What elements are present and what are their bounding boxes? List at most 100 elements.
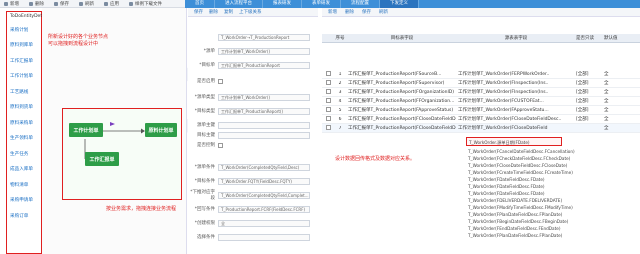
list-item[interactable]: T_WorkOrder(FCancelDateFieldDesc.FCancel…: [468, 149, 575, 154]
form-field[interactable]: T_WorkOrder.FQTY(FieldDesc.FQTY): [218, 177, 310, 185]
form-row: 是否启用: [188, 76, 316, 86]
business-node-list: ToDoEntityDetail 采购计划 原料到库单 工作汇报单 工作计划单 …: [6, 11, 47, 254]
sidebar-item[interactable]: 物料清单: [7, 177, 41, 193]
form-row: *源单 工作计划单T_WorkOrder(): [188, 46, 316, 56]
table-row[interactable]: 5 工作汇报单T_ProductionReport(FApproveStatus)…: [322, 106, 640, 115]
tab-flow-platform[interactable]: 进入流程平台: [215, 0, 263, 8]
sidebar-item[interactable]: 原料到库单: [7, 38, 41, 54]
form-toolbar: 保存 删除 复制 上下级关系: [188, 8, 318, 17]
control-checkbox[interactable]: [218, 142, 223, 148]
form-row: 选择条件: [188, 232, 316, 242]
node-work-plan[interactable]: 工作计划单: [69, 123, 103, 137]
table-row[interactable]: 1 工作汇报单T_ProductionReport(FSourceB... 工作计划…: [322, 70, 640, 79]
row-checkbox[interactable]: [325, 115, 331, 121]
list-item[interactable]: T_WorkOrder(FDateFieldDesc.FDate): [468, 191, 545, 196]
sidebar-item[interactable]: 原料采购单: [7, 115, 41, 131]
sidebar-item[interactable]: 采购申请单: [7, 193, 41, 209]
tab-form-dev[interactable]: 表单研发: [302, 0, 341, 8]
sidebar-item[interactable]: 生产领料单: [7, 131, 41, 147]
list-item[interactable]: T_WorkOrder(FDateFieldDesc.FDate): [468, 177, 545, 182]
list-item[interactable]: T_WorkOrder(FDELIVERDATE.FDELIVERDATE): [468, 198, 562, 203]
form-row: *目标单 工作汇报单T_ProductionReport: [188, 60, 316, 70]
list-item[interactable]: T_WorkOrder(FDateFieldDesc.FDate): [468, 184, 545, 189]
apply-button[interactable]: 应用: [104, 1, 119, 7]
form-field[interactable]: 工作计划单T_WorkOrder(): [218, 47, 310, 55]
grid-add-button[interactable]: 新增: [328, 9, 337, 15]
row-checkbox[interactable]: [325, 79, 331, 85]
form-row: T_WorkOrder→T_ProductionReport: [188, 32, 316, 42]
selected-source-field-dropdown[interactable]: T_WorkOrder.源单日期(FDate): [466, 137, 562, 146]
grid-header: 序号 目标表字段 源表表字段 是否只读 默认值: [322, 34, 640, 43]
tab-flow-config[interactable]: 流程配置: [341, 0, 380, 8]
row-checkbox[interactable]: [325, 106, 331, 112]
download-sample-button[interactable]: 样例下载文件: [129, 1, 162, 7]
table-row[interactable]: 4 工作汇报单T_ProductionReport(FFOrganization.…: [322, 97, 640, 106]
download-icon: [129, 1, 133, 6]
sidebar-item[interactable]: 生产任务: [7, 146, 41, 162]
sidebar-item[interactable]: 采购订单: [7, 208, 41, 224]
list-item[interactable]: T_WorkOrder(FEndDateFieldDesc.FEndDate): [468, 226, 560, 231]
form-field[interactable]: T_WorkOrder(CompletedQtyField,Complet...: [218, 191, 310, 199]
form-save-button[interactable]: 保存: [194, 9, 203, 15]
grid-delete-button[interactable]: 删除: [345, 9, 354, 15]
tab-bar: 首页 进入流程平台 报表研发 表单研发 流程配置 下发定义: [185, 0, 640, 8]
list-item[interactable]: T_WorkOrder(FCloseDateFieldDesc.FCloseDa…: [468, 163, 567, 168]
list-item[interactable]: T_WorkOrder(FCreateTimeFieldDesc.FCreate…: [468, 170, 573, 175]
form-relation-button[interactable]: 上下级关系: [239, 9, 262, 15]
grid-refresh-button[interactable]: 刷新: [379, 9, 388, 15]
form-field[interactable]: 工作计划单T_WorkOrder(): [218, 93, 310, 101]
sidebar-item[interactable]: 工艺路线: [7, 84, 41, 100]
purple-marker-icon: [110, 122, 115, 126]
form-field[interactable]: 工作汇报单T_ProductionReport: [218, 61, 310, 69]
form-copy-button[interactable]: 复制: [224, 9, 233, 15]
sidebar-item[interactable]: 工作汇报单: [7, 53, 41, 69]
form-field[interactable]: 工作汇报单T_ProductionReport(): [218, 107, 310, 115]
row-checkbox[interactable]: [325, 88, 331, 94]
tab-home[interactable]: 首页: [185, 0, 215, 8]
form-field[interactable]: T_WorkOrder→T_ProductionReport: [218, 33, 310, 41]
table-row[interactable]: 2 工作汇报单T_ProductionReport(FSupervisor) 工作计…: [322, 79, 640, 88]
list-item[interactable]: T_WorkOrder(FPlanDateFieldDesc.FPlanDate…: [468, 212, 562, 217]
sidebar-item[interactable]: 工作计划单: [7, 69, 41, 85]
save-button[interactable]: 保存: [54, 1, 69, 7]
sidebar-item[interactable]: 采购计划: [7, 22, 41, 38]
form-row: 是否控制: [188, 140, 316, 150]
node-work-report[interactable]: 工作汇报单: [85, 152, 119, 166]
row-checkbox[interactable]: [325, 124, 331, 130]
form-delete-button[interactable]: 删除: [209, 9, 218, 15]
refresh-button[interactable]: 刷新: [79, 1, 94, 7]
form-row: *源单条件 T_WorkOrder(CompletedQtyField,Desc): [188, 162, 316, 172]
row-checkbox[interactable]: [325, 97, 331, 103]
node-material-plan[interactable]: 原料计划单: [145, 123, 177, 137]
form-field[interactable]: [218, 131, 310, 139]
tab-push-definition[interactable]: 下发定义: [380, 0, 419, 8]
form-field[interactable]: [218, 121, 310, 129]
enable-checkbox[interactable]: [218, 78, 223, 84]
tab-report-dev[interactable]: 报表研发: [263, 0, 302, 8]
table-row[interactable]: 3 工作汇报单T_ProductionReport(FOrganizationID…: [322, 88, 640, 97]
list-item[interactable]: T_WorkOrder(FBeginDateFieldDesc.FBeginDa…: [468, 219, 568, 224]
table-row[interactable]: 7 工作汇报单T_ProductionReport(FCloseDateField…: [322, 124, 640, 133]
form-field[interactable]: T_ProductionReport.FCRF(FieldDesc.FCRF): [218, 205, 310, 213]
form-row: *回写条件 T_ProductionReport.FCRF(FieldDesc.F…: [188, 204, 316, 214]
grid-toolbar: 新增 删除 保存 刷新: [322, 8, 640, 17]
save-icon: [54, 1, 58, 6]
add-button[interactable]: 新增: [4, 1, 19, 7]
list-item[interactable]: T_WorkOrder(FCheckDateFieldDesc.FCheckDa…: [468, 156, 570, 161]
flow-diagram[interactable]: 工作计划单 原料计划单 工作汇报单: [62, 108, 182, 200]
form-row: *源单类型 工作计划单T_WorkOrder(): [188, 92, 316, 102]
sidebar-item[interactable]: 原料到货单: [7, 100, 41, 116]
form-field[interactable]: T_WorkOrder(CompletedQtyField,Desc): [218, 163, 310, 171]
mapping-annotation: 设计数据回传格式及数据对应关系。: [335, 156, 416, 162]
list-item[interactable]: T_WorkOrder(FModifyTimeFieldDesc.FModify…: [468, 205, 573, 210]
form-row: *目标类型 工作汇报单T_ProductionReport(): [188, 106, 316, 116]
sidebar-item[interactable]: 成品入库单: [7, 162, 41, 178]
grid-save-button[interactable]: 保存: [362, 9, 371, 15]
form-row: *创建权限全: [188, 218, 316, 228]
list-item[interactable]: T_WorkOrder(FPlanDateFieldDesc.FPlanDate…: [468, 233, 562, 238]
table-row[interactable]: 6 工作汇报单T_ProductionReport(FCloseDateField…: [322, 115, 640, 124]
form-field[interactable]: 全: [218, 219, 310, 227]
delete-button[interactable]: 删除: [29, 1, 44, 7]
form-field[interactable]: [218, 233, 310, 241]
row-checkbox[interactable]: [325, 70, 331, 76]
